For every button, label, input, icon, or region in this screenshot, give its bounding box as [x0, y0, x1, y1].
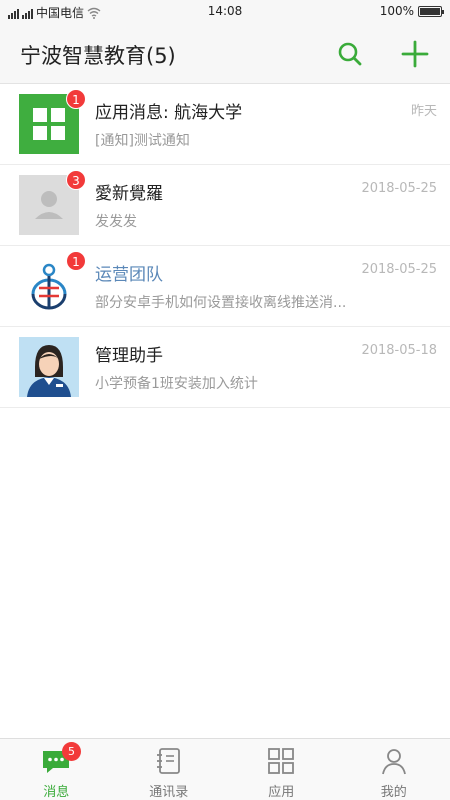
- assistant-avatar: [19, 337, 79, 397]
- unread-badge: 1: [66, 89, 86, 109]
- unread-badge: 3: [66, 170, 86, 190]
- search-button[interactable]: [334, 38, 366, 70]
- tab-label: 通讯录: [149, 785, 189, 800]
- add-button[interactable]: [399, 38, 431, 70]
- tab-apps[interactable]: 应用: [225, 739, 338, 800]
- conversation-time: 2018-05-25: [361, 262, 437, 277]
- tab-messages[interactable]: 5 消息: [0, 739, 113, 800]
- conversation-item[interactable]: 3 愛新覺羅 2018-05-25 发发发: [0, 165, 450, 246]
- conversation-item[interactable]: 1 运营团队 2018-05-25 部分安卓手机如何设置接收离线推送消...: [0, 246, 450, 327]
- tab-label: 消息: [43, 785, 70, 800]
- app-screen: 中国电信 14:08 100% 宁波智慧教育(5) 1 应用消息: 航海大学 昨…: [0, 0, 450, 800]
- tab-label: 应用: [268, 785, 295, 800]
- conversation-time: 昨天: [410, 104, 437, 119]
- conversation-preview: [通知]测试通知: [95, 133, 190, 149]
- conversation-time: 2018-05-18: [361, 343, 437, 358]
- status-right: 100%: [379, 4, 444, 18]
- battery-fill: [420, 7, 440, 15]
- tab-me[interactable]: 我的: [338, 739, 450, 800]
- tab-contacts[interactable]: 通讯录: [113, 739, 226, 800]
- status-bar: 中国电信 14:08 100%: [0, 0, 450, 24]
- conversation-preview: 小学预备1班安装加入统计: [95, 376, 258, 392]
- tab-unread-badge: 5: [62, 742, 81, 761]
- conversation-preview: 发发发: [95, 214, 137, 230]
- contacts-book-icon: [156, 748, 180, 774]
- apps-grid-icon: [268, 748, 295, 774]
- conversation-name: 愛新覺羅: [95, 184, 163, 204]
- search-icon: [338, 42, 362, 66]
- conversation-name: 管理助手: [95, 346, 163, 366]
- unread-badge: 1: [66, 251, 86, 271]
- conversation-item[interactable]: 1 应用消息: 航海大学 昨天 [通知]测试通知: [0, 84, 450, 165]
- battery-icon: [418, 5, 444, 17]
- plus-icon: [401, 40, 429, 68]
- conversation-preview: 部分安卓手机如何设置接收离线推送消...: [95, 295, 347, 311]
- conversation-name: 应用消息: 航海大学: [95, 103, 243, 123]
- conversation-name: 运营团队: [95, 265, 163, 285]
- tab-label: 我的: [380, 785, 407, 800]
- conversation-time: 2018-05-25: [361, 181, 437, 196]
- page-title: 宁波智慧教育(5): [20, 44, 176, 68]
- conversation-list: 1 应用消息: 航海大学 昨天 [通知]测试通知 3 愛新覺羅 2018-05-…: [0, 84, 450, 408]
- top-header: 宁波智慧教育(5): [0, 24, 450, 84]
- bottom-tab-bar: 5 消息 通讯录 应用 我的: [0, 738, 450, 800]
- person-icon: [381, 749, 406, 775]
- battery-percent: 100%: [379, 4, 414, 18]
- conversation-item[interactable]: 管理助手 2018-05-18 小学预备1班安装加入统计: [0, 327, 450, 408]
